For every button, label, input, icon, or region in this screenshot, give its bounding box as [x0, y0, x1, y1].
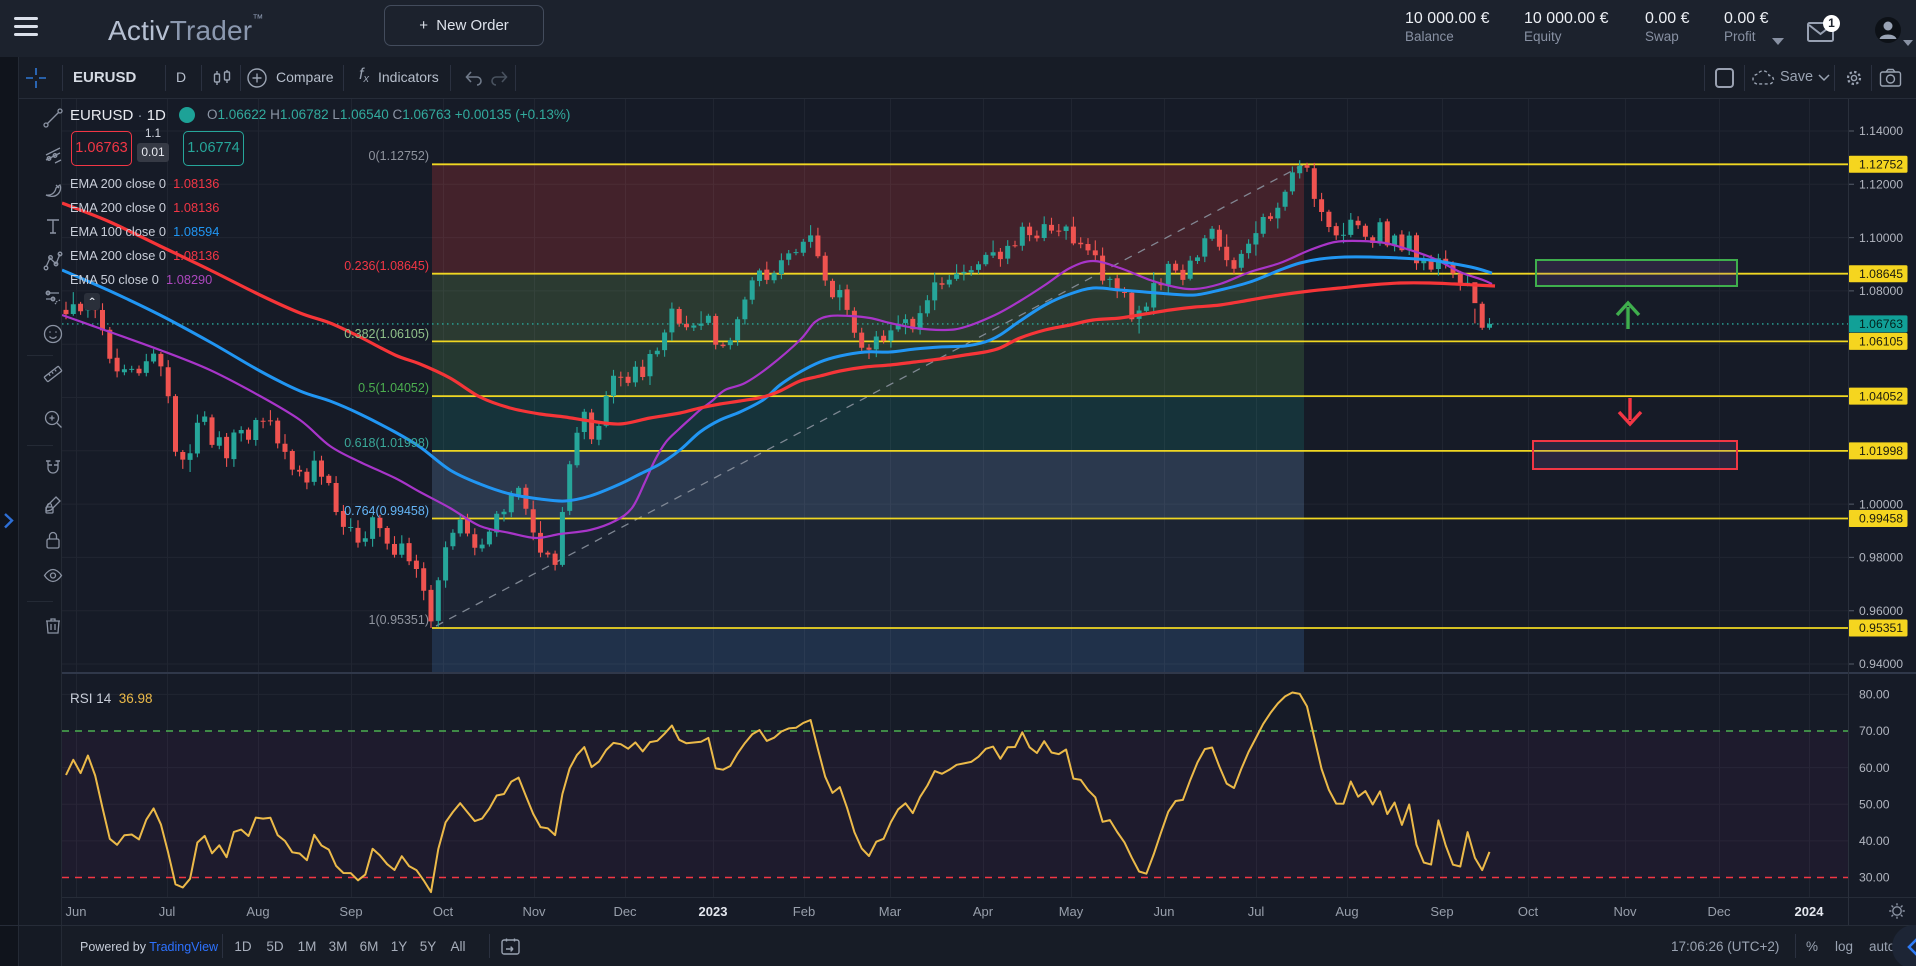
svg-text:Oct: Oct [1518, 904, 1539, 919]
svg-text:Dec: Dec [613, 904, 637, 919]
svg-text:Apr: Apr [973, 904, 994, 919]
svg-text:1.12752: 1.12752 [1859, 158, 1903, 172]
svg-text:1.14000: 1.14000 [1859, 124, 1903, 138]
svg-text:1.00000: 1.00000 [1859, 497, 1903, 511]
svg-text:1.04052: 1.04052 [1859, 389, 1903, 403]
svg-text:Nov: Nov [522, 904, 546, 919]
svg-text:Nov: Nov [1613, 904, 1637, 919]
svg-text:2023: 2023 [699, 904, 728, 919]
svg-text:Sep: Sep [1430, 904, 1453, 919]
svg-text:0.98000: 0.98000 [1859, 551, 1903, 565]
svg-text:30.00: 30.00 [1859, 871, 1890, 885]
svg-text:1.12000: 1.12000 [1859, 178, 1903, 192]
svg-text:Sep: Sep [339, 904, 362, 919]
svg-text:Aug: Aug [1335, 904, 1358, 919]
svg-text:Mar: Mar [879, 904, 902, 919]
svg-text:0.96000: 0.96000 [1859, 604, 1903, 618]
svg-text:Jun: Jun [1154, 904, 1175, 919]
svg-text:1.08645: 1.08645 [1859, 267, 1903, 281]
svg-text:1.06105: 1.06105 [1859, 335, 1903, 349]
svg-text:50.00: 50.00 [1859, 798, 1890, 812]
svg-text:1.01998: 1.01998 [1859, 444, 1903, 458]
svg-text:1.10000: 1.10000 [1859, 231, 1903, 245]
svg-text:2024: 2024 [1795, 904, 1825, 919]
svg-text:60.00: 60.00 [1859, 761, 1890, 775]
svg-text:0.95351: 0.95351 [1859, 621, 1903, 635]
svg-text:80.00: 80.00 [1859, 688, 1890, 702]
svg-text:40.00: 40.00 [1859, 834, 1890, 848]
svg-text:1.06763: 1.06763 [1859, 317, 1903, 331]
svg-text:Feb: Feb [793, 904, 815, 919]
svg-text:Oct: Oct [433, 904, 454, 919]
svg-text:Jul: Jul [1248, 904, 1265, 919]
svg-text:Dec: Dec [1707, 904, 1731, 919]
svg-text:Jun: Jun [66, 904, 87, 919]
svg-text:0.99458: 0.99458 [1859, 512, 1903, 526]
svg-text:1.08000: 1.08000 [1859, 284, 1903, 298]
svg-text:Aug: Aug [246, 904, 269, 919]
svg-text:0.94000: 0.94000 [1859, 657, 1903, 671]
svg-text:Jul: Jul [159, 904, 176, 919]
svg-text:May: May [1059, 904, 1084, 919]
svg-text:70.00: 70.00 [1859, 724, 1890, 738]
